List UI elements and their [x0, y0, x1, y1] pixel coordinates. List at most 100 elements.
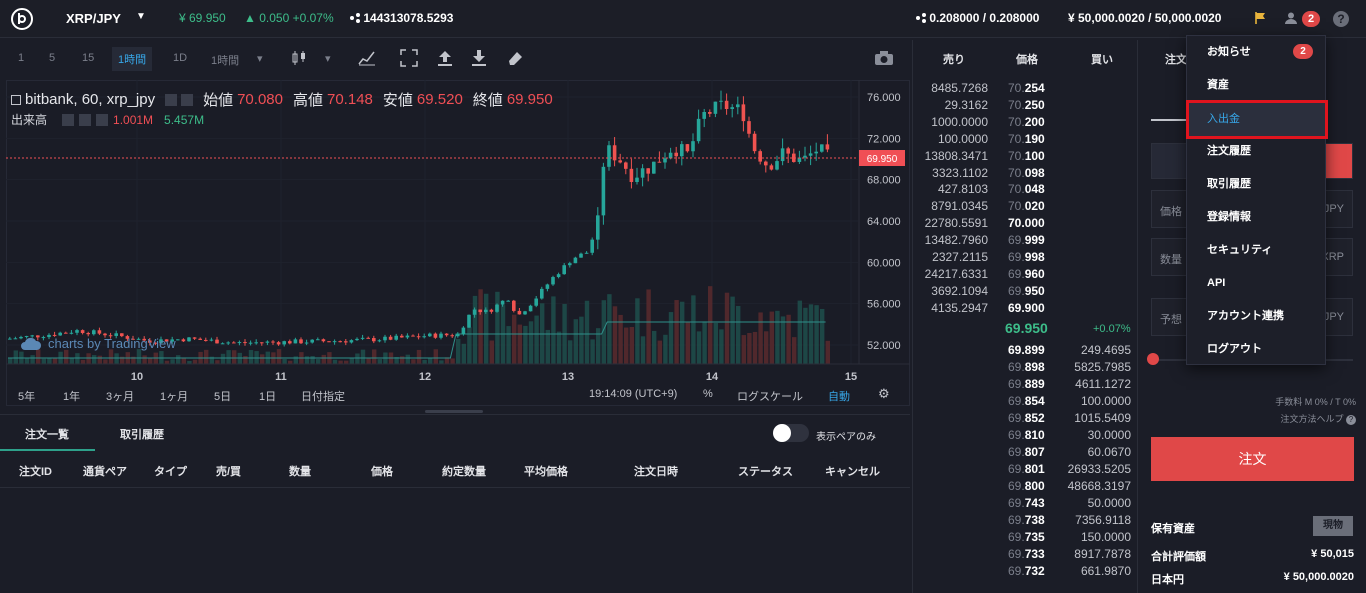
volume-bar [232, 350, 237, 364]
volume-settings-icon[interactable] [79, 113, 92, 126]
order-help-link[interactable]: 注文方法ヘルプ ? [1280, 412, 1356, 425]
volume-bar [803, 307, 808, 364]
amount-slider-handle[interactable] [1147, 353, 1159, 365]
menu-item-deposit-withdraw[interactable]: 入出金 [1186, 100, 1328, 139]
bid-row[interactable]: 69.733 8917.7878 [913, 547, 1137, 564]
candlestick-chart[interactable]: 76.000 72.000 68.000 64.000 60.000 56.000 52.0… [6, 80, 910, 406]
bid-row[interactable]: 69.899 249.4695 [913, 343, 1137, 360]
volume-bar [629, 326, 634, 364]
auto-scale-toggle[interactable]: 自動 [828, 388, 850, 404]
timeframe-1[interactable]: 1 [18, 52, 24, 64]
volume-bar [64, 349, 69, 364]
bitbank-logo-icon[interactable] [11, 8, 33, 30]
log-scale-toggle[interactable]: ログスケール [737, 388, 803, 404]
range-1y[interactable]: 1年 [63, 388, 80, 404]
range-1d[interactable]: 1日 [259, 388, 276, 404]
ask-row[interactable]: 29.3162 70.250 [913, 98, 1137, 115]
notification-badge[interactable]: 2 [1302, 11, 1320, 27]
upload-icon[interactable] [436, 49, 454, 67]
range-5y[interactable]: 5年 [18, 388, 35, 404]
bid-row[interactable]: 69.852 1015.5409 [913, 411, 1137, 428]
bid-row[interactable]: 69.801 26933.5205 [913, 462, 1137, 479]
timeframe-1d[interactable]: 1D [173, 52, 187, 64]
ask-row[interactable]: 22780.5591 70.000 [913, 216, 1137, 233]
volume-close-icon[interactable] [96, 113, 109, 126]
range-3m[interactable]: 3ヶ月 [106, 388, 134, 404]
ask-row[interactable]: 100.0000 70.190 [913, 132, 1137, 149]
candle-body [260, 342, 264, 344]
ask-row[interactable]: 8791.0345 70.020 [913, 199, 1137, 216]
volume-eye-icon[interactable] [62, 113, 75, 126]
ask-price: 69.950 [1008, 283, 1045, 298]
fullscreen-icon[interactable] [400, 49, 418, 67]
range-custom-date[interactable]: 日付指定 [301, 388, 345, 404]
volume-bar [797, 300, 802, 364]
ask-row[interactable]: 8485.7268 70.254 [913, 81, 1137, 98]
menu-item-order-history[interactable]: 注文履歴 [1187, 135, 1325, 168]
candlestick-icon[interactable] [290, 49, 308, 67]
indicators-icon[interactable] [358, 49, 376, 67]
eraser-icon[interactable] [506, 49, 524, 67]
tab-open-orders[interactable]: 注文一覧 [25, 426, 69, 442]
show-pair-only-toggle[interactable] [773, 424, 809, 442]
ask-row[interactable]: 3692.1094 69.950 [913, 284, 1137, 301]
spot-holdings-button[interactable]: 現物 [1313, 516, 1353, 536]
range-1m[interactable]: 1ヶ月 [160, 388, 188, 404]
chevron-down-icon[interactable]: ▼ [136, 11, 146, 22]
pair-selector[interactable]: XRP/JPY [66, 11, 121, 26]
download-icon[interactable] [470, 49, 488, 67]
help-icon[interactable]: ? [1333, 11, 1349, 27]
timeframe-dropdown[interactable]: 1時間 [211, 52, 239, 68]
bid-row[interactable]: 69.898 5825.7985 [913, 360, 1137, 377]
menu-item-trade-history[interactable]: 取引履歴 [1187, 168, 1325, 201]
camera-icon[interactable] [874, 49, 894, 67]
menu-item-notifications[interactable]: お知らせ 2 [1187, 36, 1325, 69]
sell-side-button[interactable] [1322, 144, 1352, 178]
ask-row[interactable]: 13482.7960 69.999 [913, 233, 1137, 250]
range-5d[interactable]: 5日 [214, 388, 231, 404]
ask-row[interactable]: 24217.6331 69.960 [913, 267, 1137, 284]
ask-row[interactable]: 2327.2115 69.998 [913, 250, 1137, 267]
volume-bar [433, 349, 438, 364]
ask-row[interactable]: 4135.2947 69.900 [913, 301, 1137, 318]
volume-bar [92, 355, 97, 364]
ask-row[interactable]: 427.8103 70.048 [913, 182, 1137, 199]
menu-item-logout[interactable]: ログアウト [1187, 333, 1325, 366]
menu-item-security[interactable]: セキュリティ [1187, 234, 1325, 267]
collapse-legend-icon[interactable] [11, 94, 21, 105]
tradingview-attribution[interactable]: charts by TradingView [20, 336, 176, 351]
menu-item-assets[interactable]: 資産 [1187, 69, 1325, 102]
panel-resize-handle[interactable] [425, 410, 483, 413]
gear-icon[interactable]: ⚙ [878, 386, 890, 402]
bid-row[interactable]: 69.889 4611.1272 [913, 377, 1137, 394]
menu-item-account-link[interactable]: アカウント連携 [1187, 300, 1325, 333]
tab-order[interactable]: 注文 [1165, 51, 1187, 67]
bid-row[interactable]: 69.854 100.0000 [913, 394, 1137, 411]
chevron-down-icon[interactable]: ▾ [257, 52, 263, 65]
user-icon[interactable] [1284, 11, 1298, 25]
menu-item-registration[interactable]: 登録情報 [1187, 201, 1325, 234]
bid-row[interactable]: 69.743 50.0000 [913, 496, 1137, 513]
submit-order-button[interactable]: 注文 [1151, 437, 1354, 481]
timeframe-1h-active[interactable]: 1時間 [112, 47, 153, 71]
tab-trade-history[interactable]: 取引履歴 [120, 426, 164, 442]
menu-item-api[interactable]: API [1187, 267, 1325, 300]
ask-row[interactable]: 3323.1102 70.098 [913, 166, 1137, 183]
timeframe-5[interactable]: 5 [49, 52, 55, 64]
bid-row[interactable]: 69.807 60.0670 [913, 445, 1137, 462]
bid-row[interactable]: 69.732 661.9870 [913, 564, 1137, 581]
chevron-down-icon[interactable]: ▾ [325, 52, 331, 65]
bid-row[interactable]: 69.735 150.0000 [913, 530, 1137, 547]
bid-row[interactable]: 69.738 7356.9118 [913, 513, 1137, 530]
legend-eye-icon[interactable] [165, 93, 178, 106]
col-avg-price: 平均価格 [524, 466, 568, 478]
bid-row[interactable]: 69.800 48668.3197 [913, 479, 1137, 496]
timeframe-15[interactable]: 15 [82, 52, 94, 64]
ask-row[interactable]: 1000.0000 70.200 [913, 115, 1137, 132]
legend-settings-icon[interactable] [181, 93, 194, 106]
flag-icon[interactable] [1254, 11, 1268, 25]
ask-row[interactable]: 13808.3471 70.100 [913, 149, 1137, 166]
bid-row[interactable]: 69.810 30.0000 [913, 428, 1137, 445]
ask-price: 69.999 [1008, 233, 1045, 248]
percent-toggle[interactable]: % [703, 388, 713, 400]
